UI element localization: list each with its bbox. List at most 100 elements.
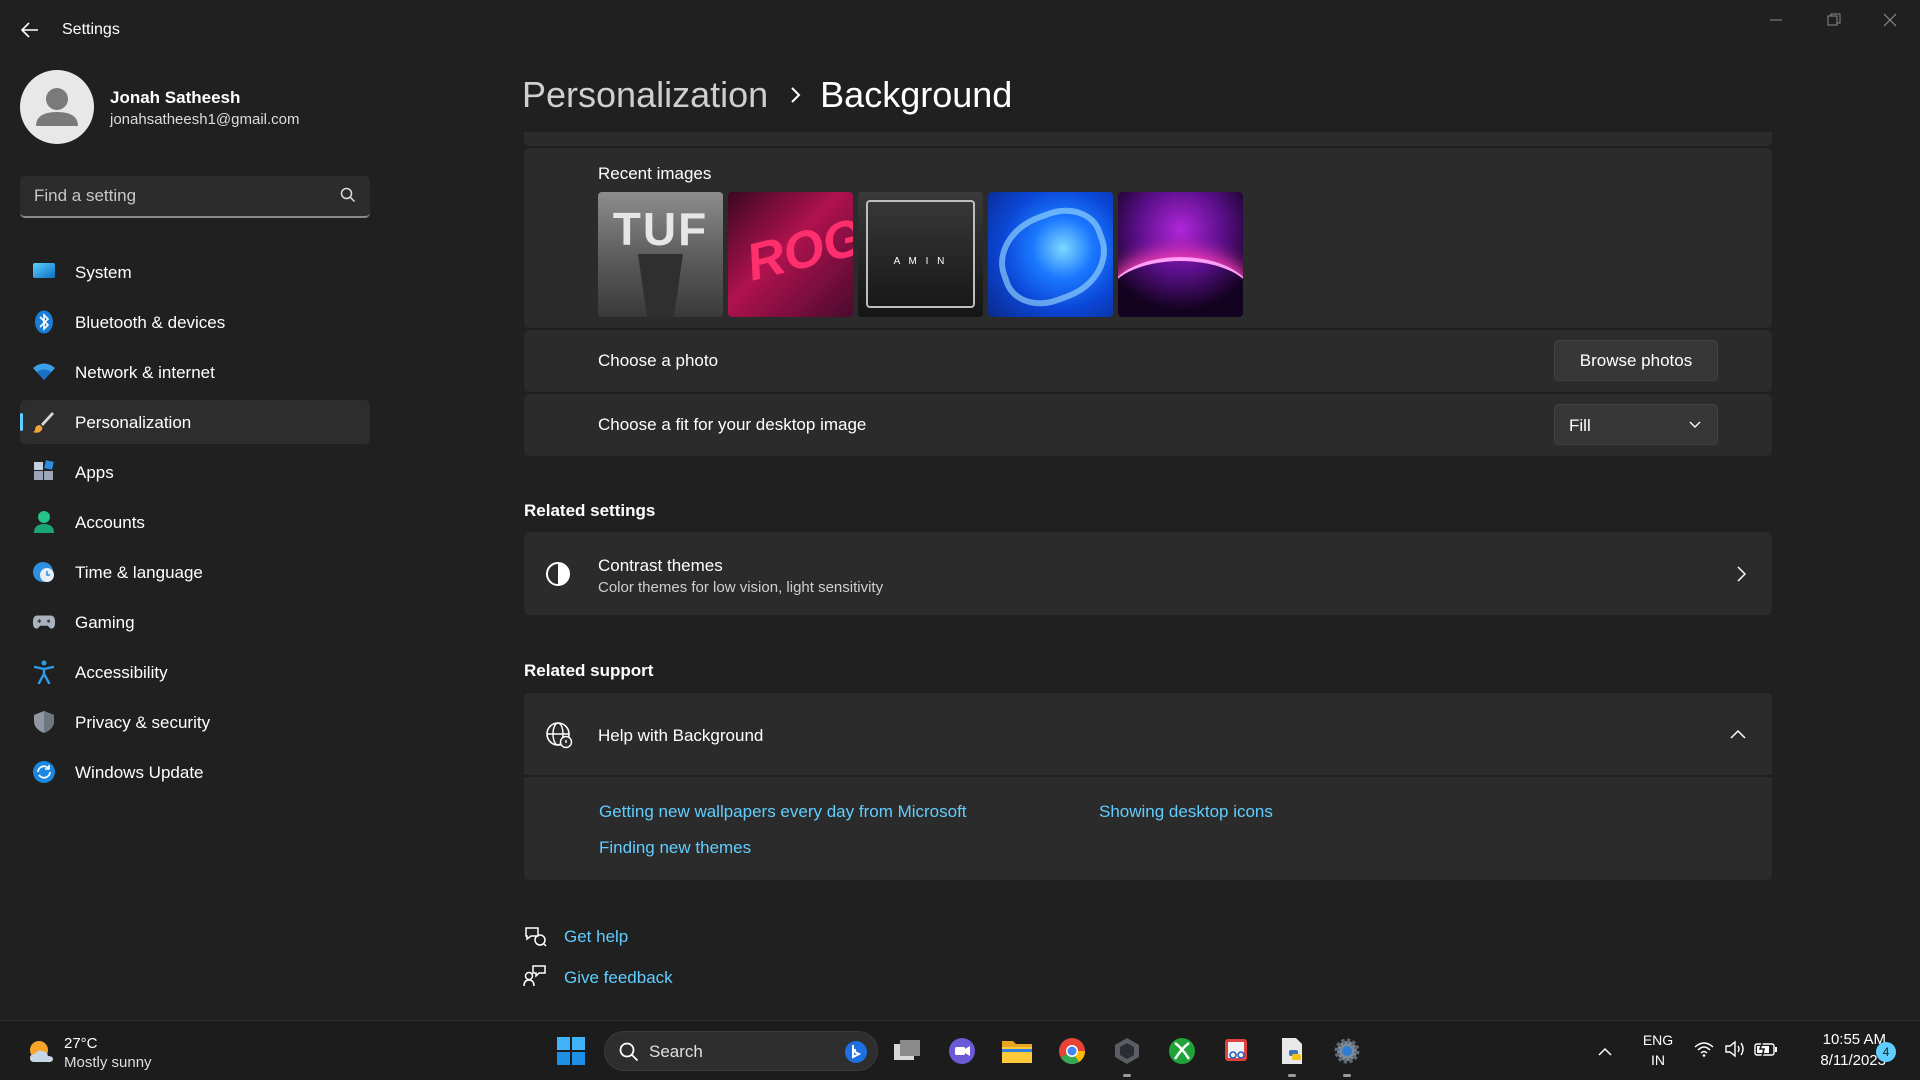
settings-app-button[interactable] — [1329, 1033, 1365, 1077]
thumb-shape — [1118, 257, 1243, 317]
back-button[interactable] — [14, 14, 46, 46]
show-hidden-icons-button[interactable] — [1592, 1033, 1618, 1069]
help-link-desktop-icons[interactable]: Showing desktop icons — [1099, 802, 1273, 822]
minimize-button[interactable] — [1756, 6, 1796, 34]
get-help-icon — [525, 927, 547, 947]
weather-temperature: 27°C — [64, 1035, 98, 1052]
person-avatar-icon — [36, 88, 78, 126]
sidebar-item-label: Gaming — [75, 613, 135, 632]
python-file-icon — [1282, 1038, 1302, 1064]
clock-time: 10:55 AM — [1822, 1031, 1886, 1048]
sidebar-item-label: Personalization — [75, 413, 192, 432]
search-icon[interactable] — [340, 187, 356, 203]
bing-icon — [845, 1041, 867, 1063]
sidebar-item-label: Privacy & security — [75, 713, 211, 732]
snipping-tool-button[interactable] — [1219, 1033, 1255, 1069]
file-explorer-button[interactable] — [999, 1033, 1035, 1069]
sidebar-item-gaming[interactable]: Gaming — [20, 600, 370, 644]
related-support-heading: Related support — [524, 661, 654, 680]
xbox-icon — [1169, 1038, 1195, 1064]
weather-widget[interactable]: 27°C Mostly sunny — [22, 1034, 172, 1071]
title-bar: Settings — [0, 0, 1920, 60]
brush-icon — [32, 410, 56, 434]
close-button[interactable] — [1870, 6, 1910, 34]
previous-card-edge — [524, 132, 1772, 146]
xbox-button[interactable] — [1164, 1033, 1200, 1069]
recent-image-windows-bloom[interactable] — [988, 192, 1113, 317]
sidebar-item-label: Accessibility — [75, 663, 168, 682]
browse-photos-button[interactable]: Browse photos — [1554, 340, 1718, 381]
taskbar-search[interactable]: Search — [604, 1031, 878, 1071]
chrome-icon — [1059, 1038, 1086, 1065]
recent-image-tuf-gaming[interactable]: A M I N — [858, 192, 983, 317]
help-with-background-header[interactable]: Help with Background — [524, 693, 1772, 775]
language-code: ENG — [1642, 1032, 1674, 1048]
help-link-new-themes[interactable]: Finding new themes — [599, 838, 751, 858]
sidebar-item-accessibility[interactable]: Accessibility — [20, 650, 370, 694]
sidebar-item-label: Time & language — [75, 563, 203, 582]
sidebar-item-apps[interactable]: Apps — [20, 450, 370, 494]
region-code: IN — [1651, 1052, 1665, 1068]
teams-chat-icon — [949, 1038, 975, 1064]
globe-help-icon — [546, 722, 573, 749]
contrast-themes-card[interactable]: Contrast themes Color themes for low vis… — [524, 532, 1772, 615]
running-indicator — [1343, 1074, 1351, 1077]
recent-image-purple-glow[interactable] — [1118, 192, 1243, 317]
clock[interactable]: 10:55 AM 8/11/2023 — [1786, 1030, 1886, 1072]
snipping-tool-icon — [1225, 1039, 1247, 1061]
minimize-icon — [1770, 19, 1782, 21]
help-with-background-title: Help with Background — [598, 726, 764, 745]
recent-image-rog[interactable]: ROG — [728, 192, 853, 317]
chevron-down-icon — [1689, 421, 1701, 428]
sidebar-item-label: Accounts — [75, 513, 145, 532]
language-indicator[interactable]: ENG IN — [1640, 1031, 1676, 1071]
sidebar-item-network[interactable]: Network & internet — [20, 350, 370, 394]
recent-images-label: Recent images — [598, 164, 712, 183]
quick-settings-button[interactable] — [1694, 1039, 1780, 1063]
fit-dropdown[interactable]: Fill — [1554, 404, 1718, 445]
chevron-right-icon — [1737, 566, 1746, 582]
sidebar-item-windows-update[interactable]: Windows Update — [20, 750, 370, 794]
task-view-icon — [894, 1040, 920, 1060]
armoury-crate-button[interactable] — [1109, 1033, 1145, 1077]
chrome-button[interactable] — [1054, 1033, 1090, 1069]
start-button[interactable] — [553, 1033, 589, 1069]
sun-cloud-icon — [30, 1041, 53, 1062]
taskbar-search-label: Search — [649, 1042, 703, 1061]
monitor-icon — [32, 260, 56, 284]
sidebar-item-label: Network & internet — [75, 363, 215, 382]
thumb-shape — [866, 200, 975, 308]
notification-badge[interactable]: 4 — [1876, 1042, 1896, 1062]
restore-button[interactable] — [1814, 6, 1854, 34]
armoury-crate-icon — [1115, 1038, 1139, 1064]
windows-logo-icon — [557, 1037, 585, 1065]
avatar[interactable] — [20, 70, 94, 144]
thumb-shape — [988, 195, 1113, 317]
search-input[interactable] — [34, 176, 324, 216]
get-help-link[interactable]: Get help — [564, 927, 628, 947]
recent-image-tuf[interactable]: TUF — [598, 192, 723, 317]
chevron-right-icon — [790, 86, 802, 104]
restore-icon — [1827, 13, 1841, 26]
gamepad-icon — [32, 610, 56, 634]
sidebar-item-accounts[interactable]: Accounts — [20, 500, 370, 544]
weather-description: Mostly sunny — [64, 1054, 152, 1071]
task-view-button[interactable] — [889, 1033, 925, 1069]
sidebar-item-system[interactable]: System — [20, 250, 370, 294]
thumb-shape — [638, 254, 683, 317]
help-links-panel — [524, 777, 1772, 880]
sidebar-item-personalization[interactable]: Personalization — [20, 400, 370, 444]
teams-chat-button[interactable] — [944, 1033, 980, 1069]
sidebar-item-bluetooth[interactable]: Bluetooth & devices — [20, 300, 370, 344]
person-icon — [32, 510, 56, 534]
chevron-up-icon — [1730, 729, 1746, 739]
give-feedback-link[interactable]: Give feedback — [564, 968, 673, 988]
python-idle-button[interactable] — [1274, 1033, 1310, 1077]
sidebar-item-privacy-security[interactable]: Privacy & security — [20, 700, 370, 744]
help-link-wallpapers[interactable]: Getting new wallpapers every day from Mi… — [599, 802, 967, 822]
sidebar-nav: System Bluetooth & devices Network & int… — [20, 250, 370, 800]
breadcrumb-parent[interactable]: Personalization — [522, 74, 768, 116]
settings-search — [20, 176, 370, 218]
page-title: Background — [820, 74, 1013, 115]
sidebar-item-time-language[interactable]: Time & language — [20, 550, 370, 594]
